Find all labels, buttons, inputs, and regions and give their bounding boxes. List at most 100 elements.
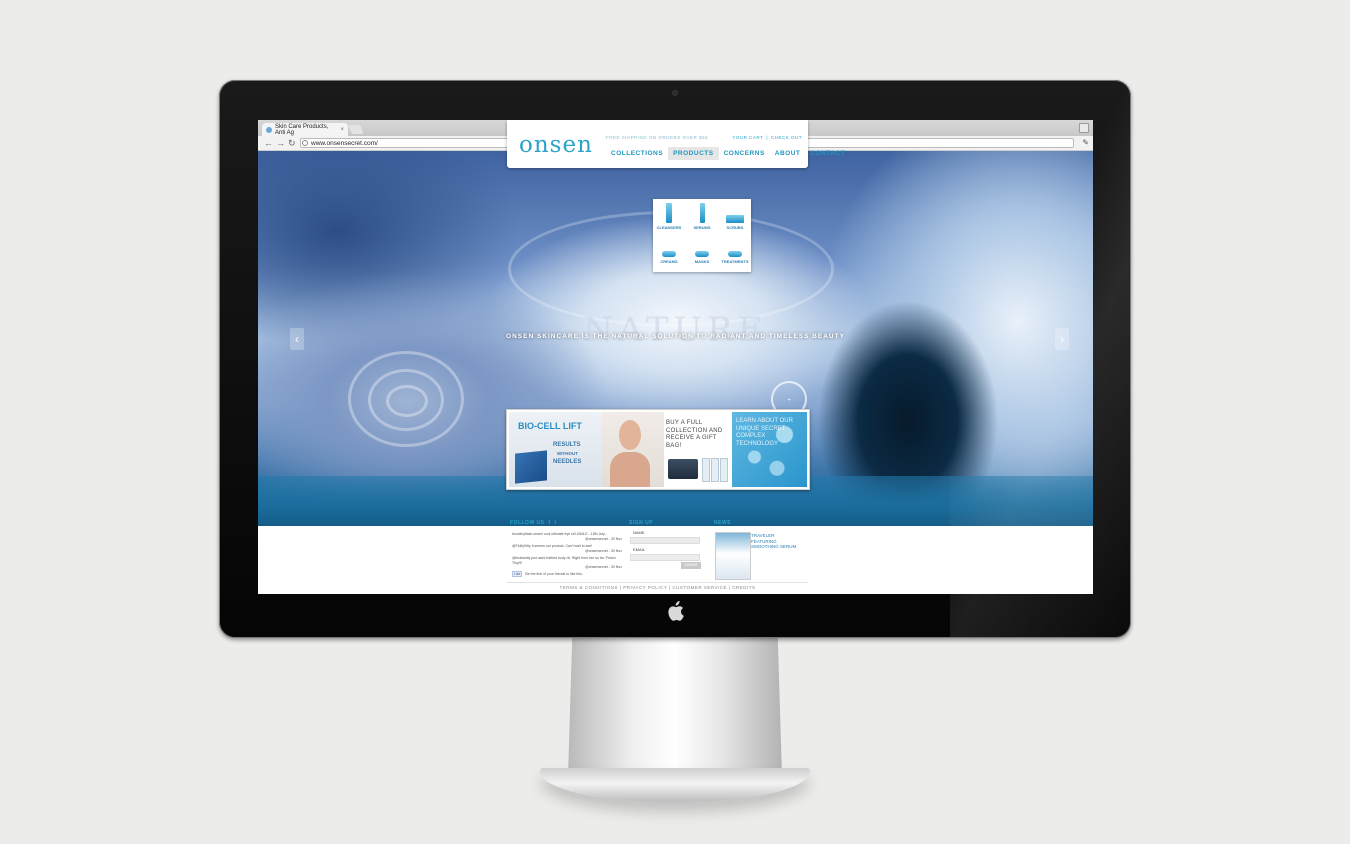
product-bottle bbox=[702, 458, 710, 482]
cart-links: YOUR CART | CHECK OUT bbox=[732, 135, 802, 140]
monitor-stand-base bbox=[540, 768, 810, 802]
favicon-icon bbox=[266, 126, 272, 133]
menu-item-serums[interactable]: SERUMS bbox=[686, 203, 718, 230]
product-bottle bbox=[720, 458, 728, 482]
tweet-item[interactable]: #coolmyflash onsen cool ultimate eye rol… bbox=[512, 532, 622, 541]
tweet-item[interactable]: @khalamity just used bathed body oil. Ri… bbox=[512, 556, 622, 570]
menu-label: CLEANSERS bbox=[656, 225, 682, 230]
nav-products[interactable]: PRODUCTS bbox=[668, 147, 719, 160]
tweet-text: @khalamity just used bathed body oil. Ri… bbox=[512, 556, 616, 565]
tab-title: Skin Care Products, Anti Ag bbox=[275, 123, 329, 136]
shipping-note: FREE SHIPPING ON ORDERS OVER $55 bbox=[606, 135, 709, 140]
tweet-text: #coolmyflash onsen cool ultimate eye rol… bbox=[512, 532, 608, 536]
scrub-jar-icon bbox=[726, 215, 744, 223]
tweet-meta: @onsensecret - 30 Nov bbox=[585, 565, 622, 569]
menu-item-treatments[interactable]: TREATMENTS bbox=[719, 243, 751, 264]
products-dropdown: CLEANSERS SERUMS SCRUBS CREAMS MASKS TRE… bbox=[653, 199, 751, 272]
address-url: www.onsensecret.com/ bbox=[311, 140, 378, 147]
window-resize-button[interactable] bbox=[1079, 123, 1089, 133]
menu-item-masks[interactable]: MASKS bbox=[686, 243, 718, 264]
menu-item-scrubs[interactable]: SCRUBS bbox=[719, 203, 751, 230]
legal-links: TERMS & CONDITIONS | PRIVACY POLICY | CU… bbox=[507, 582, 808, 594]
apple-logo-icon bbox=[668, 601, 684, 621]
nav-about[interactable]: ABOUT bbox=[770, 147, 806, 160]
biocell-line: WITHOUT bbox=[557, 451, 578, 456]
nav-collections[interactable]: COLLECTIONS bbox=[606, 147, 668, 160]
nav-contact[interactable]: CONTACT bbox=[805, 147, 850, 160]
legal-separator: | bbox=[619, 585, 622, 590]
news-headline[interactable]: TRAVELER FEATURING SMOOTHING SERUM bbox=[751, 533, 801, 550]
menu-label: SCRUBS bbox=[726, 225, 744, 230]
tweet-meta: @onsensecret - 30 Nov bbox=[585, 536, 622, 541]
monitor-stand-neck bbox=[568, 636, 782, 776]
nav-concerns[interactable]: CONCERNS bbox=[719, 147, 770, 160]
submit-button[interactable]: SUBMIT bbox=[681, 562, 701, 569]
name-label: NAME bbox=[633, 530, 645, 535]
follow-us-title: FOLLOW US f t bbox=[510, 520, 557, 526]
promo-secret-complex[interactable]: LEARN ABOUT OUR UNIQUE SECRET COMPLEX TE… bbox=[732, 412, 807, 487]
screen: Skin Care Products, Anti Ag × ← → ↻ www.… bbox=[258, 120, 1093, 594]
cells-text: LEARN ABOUT OUR UNIQUE SECRET COMPLEX TE… bbox=[736, 418, 793, 447]
browser-tab[interactable]: Skin Care Products, Anti Ag × bbox=[262, 123, 348, 136]
gift-text: BUY A FULL COLLECTION AND RECEIVE A GIFT… bbox=[666, 420, 723, 449]
wrench-menu-icon[interactable]: ✎ bbox=[1082, 138, 1089, 147]
menu-label: CREAMS bbox=[660, 259, 678, 264]
news-title: NEWS bbox=[714, 520, 731, 526]
your-cart-link[interactable]: YOUR CART bbox=[732, 135, 763, 140]
biocell-line: RESULTS bbox=[553, 442, 581, 448]
credits-link[interactable]: CREDITS bbox=[732, 585, 755, 590]
cleanser-bottle-icon bbox=[666, 203, 672, 223]
reload-icon[interactable]: ↻ bbox=[288, 137, 296, 149]
menu-label: TREATMENTS bbox=[721, 259, 749, 264]
site-logo[interactable]: onsen bbox=[519, 133, 593, 157]
twitter-icon[interactable]: t bbox=[554, 520, 556, 526]
hero-headline: NATURE bbox=[583, 310, 768, 350]
product-bottle bbox=[711, 458, 719, 482]
like-text: Be the first of your friends to like thi… bbox=[525, 572, 583, 576]
terms-link[interactable]: TERMS & CONDITIONS bbox=[560, 585, 619, 590]
facebook-icon[interactable]: f bbox=[548, 520, 550, 526]
customer-service-link[interactable]: CUSTOMER SERVICE bbox=[672, 585, 727, 590]
tweet-item[interactable]: @FluffyKitty it seems our product. Can't… bbox=[512, 544, 622, 553]
name-input[interactable] bbox=[630, 537, 700, 544]
menu-item-creams[interactable]: CREAMS bbox=[653, 243, 685, 264]
menu-label: SERUMS bbox=[693, 225, 711, 230]
serum-bottle-icon bbox=[699, 203, 705, 223]
new-tab-button[interactable] bbox=[348, 125, 364, 134]
signup-title: SIGN UP bbox=[629, 520, 654, 526]
promo-gift-bag[interactable]: BUY A FULL COLLECTION AND RECEIVE A GIFT… bbox=[664, 412, 732, 487]
webcam-icon bbox=[672, 90, 678, 96]
mask-jar-icon bbox=[695, 251, 709, 257]
tweet-meta: @onsensecret - 30 Nov bbox=[585, 548, 622, 553]
legal-separator: | bbox=[669, 585, 671, 590]
like-button[interactable]: Like bbox=[512, 571, 523, 577]
page-info-icon[interactable] bbox=[302, 140, 308, 146]
biocell-product-box bbox=[515, 450, 547, 484]
gift-bag-image bbox=[668, 459, 698, 479]
email-input[interactable] bbox=[630, 554, 700, 561]
model-face bbox=[619, 420, 641, 450]
privacy-link[interactable]: PRIVACY POLICY bbox=[623, 585, 667, 590]
marble-swirl bbox=[386, 385, 428, 417]
cream-jar-icon bbox=[662, 251, 676, 257]
promo-biocell-lift[interactable]: BIO-CELL LIFT RESULTS WITHOUT NEEDLES bbox=[509, 412, 602, 487]
menu-label: MASKS bbox=[694, 259, 710, 264]
tab-close-icon[interactable]: × bbox=[340, 127, 344, 133]
facebook-like-widget: Like Be the first of your friends to lik… bbox=[512, 571, 583, 577]
biocell-title: BIO-CELL LIFT bbox=[518, 421, 582, 431]
model-shoulders bbox=[610, 452, 650, 487]
promo-strip: BIO-CELL LIFT RESULTS WITHOUT NEEDLES BU… bbox=[506, 409, 810, 490]
email-label: EMAIL bbox=[633, 547, 646, 552]
legal-separator: | bbox=[728, 585, 731, 590]
menu-item-cleansers[interactable]: CLEANSERS bbox=[653, 203, 685, 230]
forward-arrow-icon[interactable]: → bbox=[276, 137, 285, 149]
news-magazine-thumbnail[interactable] bbox=[715, 532, 751, 580]
check-out-link[interactable]: CHECK OUT bbox=[771, 135, 802, 140]
hero-tagline: ONSEN SKINCARE IS THE NATURAL SOLUTION T… bbox=[506, 333, 845, 340]
back-arrow-icon[interactable]: ← bbox=[264, 137, 273, 149]
promo-model-photo[interactable] bbox=[602, 412, 664, 487]
biocell-line: NEEDLES bbox=[553, 459, 582, 465]
main-nav: COLLECTIONS PRODUCTS CONCERNS ABOUT CONT… bbox=[606, 147, 850, 160]
cart-separator: | bbox=[766, 135, 768, 140]
treatment-jar-icon bbox=[728, 251, 742, 257]
